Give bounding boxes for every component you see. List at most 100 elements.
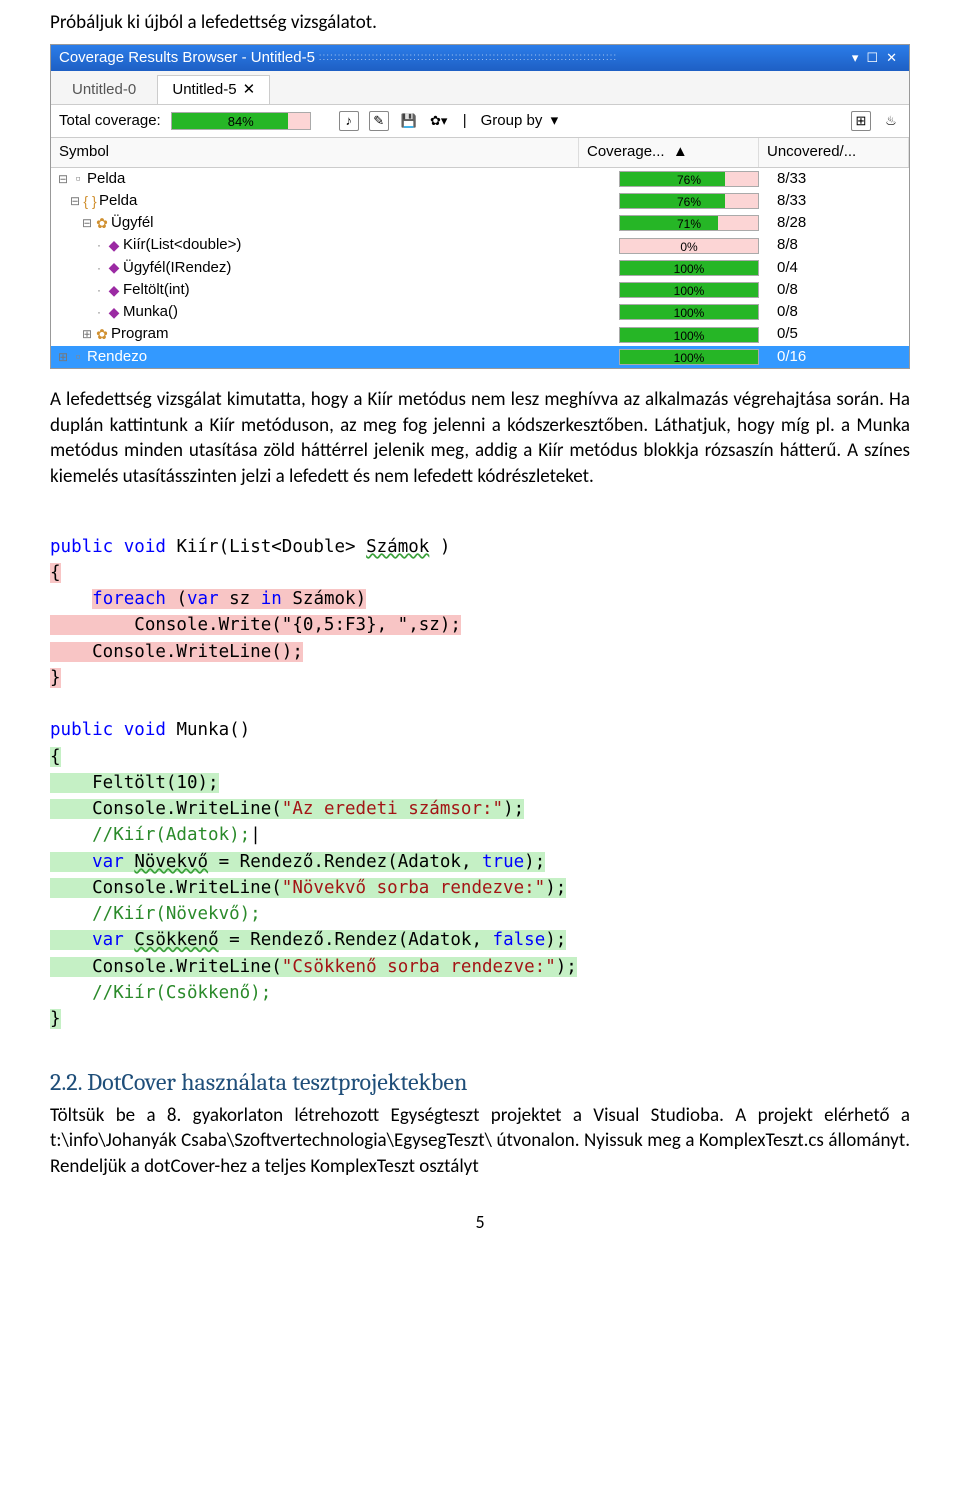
- code-text: = Rendező.Rendez(Adatok,: [208, 852, 482, 872]
- node-icon: ▫: [69, 169, 87, 188]
- page-number: 5: [50, 1210, 910, 1234]
- coverage-symbol-cell: ⊞✿ Program: [51, 324, 619, 344]
- uncovered-cell: 8/8: [769, 235, 909, 255]
- code-kw: void: [113, 537, 166, 557]
- flame-icon[interactable]: ♨: [881, 111, 901, 131]
- code-text: );: [545, 878, 566, 898]
- code-text: (: [166, 589, 187, 609]
- filter-icon[interactable]: ♪: [339, 111, 359, 131]
- group-by-dropdown[interactable]: Group by ▾: [481, 111, 559, 131]
- highlight-icon[interactable]: ✎: [369, 111, 389, 131]
- tree-toggle-icon: ·: [93, 304, 105, 320]
- node-label: Rendezo: [87, 347, 147, 367]
- dropdown-icon[interactable]: ▾: [848, 49, 863, 67]
- coverage-pct: 100%: [620, 328, 758, 344]
- total-coverage-pct: 84%: [172, 113, 310, 131]
- code-text: Console.WriteLine(: [50, 878, 282, 898]
- uncovered-cell: 0/4: [769, 258, 909, 278]
- code-kw: var: [187, 589, 219, 609]
- code-text: Console.WriteLine(: [50, 957, 282, 977]
- coverage-row[interactable]: ·◆ Kiír(List<double>)0%8/8: [51, 234, 909, 256]
- tree-toggle-icon[interactable]: ⊟: [81, 215, 93, 231]
- coverage-pct: 76%: [620, 172, 758, 188]
- save-icon[interactable]: 💾: [399, 111, 419, 131]
- coverage-rows: ⊟▫ Pelda76%8/33 ⊟{ } Pelda76%8/33 ⊟✿ Ügy…: [51, 168, 909, 368]
- maximize-icon[interactable]: ☐: [862, 49, 882, 67]
- tree-toggle-icon[interactable]: ⊟: [57, 171, 69, 187]
- code-text: Munka(): [166, 720, 250, 740]
- header-symbol[interactable]: Symbol: [51, 138, 579, 166]
- coverage-symbol-cell: ·◆ Munka(): [51, 302, 619, 322]
- close-icon[interactable]: ✕: [882, 49, 901, 67]
- window-title-text: Coverage Results Browser - Untitled-5: [59, 48, 315, 68]
- code-text: Kiír(List<Double>: [166, 537, 366, 557]
- tree-toggle-icon[interactable]: ⊟: [69, 193, 81, 209]
- tab-close-icon[interactable]: ✕: [243, 81, 256, 98]
- coverage-headers: Symbol Coverage... ▲ Uncovered/...: [51, 138, 909, 167]
- header-coverage[interactable]: Coverage... ▲: [579, 138, 759, 166]
- header-uncovered[interactable]: Uncovered/...: [759, 138, 909, 166]
- tab-label: Untitled-5: [172, 81, 236, 98]
- coverage-pct: 100%: [620, 283, 758, 299]
- code-text: [124, 852, 135, 872]
- coverage-row[interactable]: ⊟✿ Ügyfél71%8/28: [51, 212, 909, 234]
- coverage-bar: 100%: [619, 282, 759, 298]
- code-kw: false: [493, 930, 546, 950]
- coverage-pct: 100%: [620, 305, 758, 321]
- code-comment: //Kiír(Csökkenő);: [50, 983, 271, 1003]
- coverage-bar: 100%: [619, 349, 759, 365]
- uncovered-cell: 0/16: [769, 347, 909, 367]
- node-label: Program: [111, 324, 169, 344]
- code-text: Console.WriteLine(: [50, 799, 282, 819]
- coverage-row[interactable]: ·◆ Feltölt(int)100%0/8: [51, 279, 909, 301]
- node-label: Feltölt(int): [123, 280, 190, 300]
- node-icon: ▫: [69, 347, 87, 366]
- export-icon[interactable]: ✿▾: [429, 111, 449, 131]
- section-heading: 2.2. DotCover használata tesztprojektekb…: [50, 1066, 910, 1098]
- code-text: = Rendező.Rendez(Adatok,: [219, 930, 493, 950]
- code-kw: foreach: [92, 589, 166, 609]
- paragraph-1: A lefedettség vizsgálat kimutatta, hogy …: [50, 387, 910, 490]
- tab-untitled-0[interactable]: Untitled-0: [57, 75, 151, 104]
- coverage-row[interactable]: ⊟▫ Pelda76%8/33: [51, 168, 909, 190]
- coverage-row[interactable]: ·◆ Ügyfél(IRendez)100%0/4: [51, 257, 909, 279]
- code-block: public void Kiír(List<Double> Számok ) {…: [50, 507, 910, 1032]
- code-kw: in: [261, 589, 282, 609]
- node-icon: ✿: [93, 214, 111, 233]
- uncovered-cell: 0/5: [769, 324, 909, 344]
- paragraph-2: Töltsük be a 8. gyakorlaton létrehozott …: [50, 1103, 910, 1180]
- uncovered-cell: 0/8: [769, 280, 909, 300]
- tree-toggle-icon: ·: [93, 282, 105, 298]
- uncovered-cell: 0/8: [769, 302, 909, 322]
- tree-toggle-icon: ·: [93, 260, 105, 276]
- code-text: );: [556, 957, 577, 977]
- coverage-bar: 76%: [619, 171, 759, 187]
- code-kw: public: [50, 537, 113, 557]
- coverage-row[interactable]: ⊞▫ Rendezo 100% 0/16: [51, 346, 909, 368]
- coverage-bar: 76%: [619, 193, 759, 209]
- coverage-row[interactable]: ⊞✿ Program100%0/5: [51, 323, 909, 345]
- coverage-row[interactable]: ⊟{ } Pelda76%8/33: [51, 190, 909, 212]
- tab-label: Untitled-0: [72, 81, 136, 98]
- total-coverage-label: Total coverage:: [59, 111, 161, 131]
- coverage-pct: 76%: [620, 194, 758, 210]
- tree-toggle-icon[interactable]: ⊞: [81, 326, 93, 342]
- coverage-row[interactable]: ·◆ Munka()100% 0/8: [51, 301, 909, 323]
- node-label: Ügyfél: [111, 213, 154, 233]
- coverage-symbol-cell: ⊟✿ Ügyfél: [51, 213, 619, 233]
- uncovered-cell: 8/28: [769, 213, 909, 233]
- node-icon: { }: [81, 192, 99, 211]
- tab-untitled-5[interactable]: Untitled-5 ✕: [157, 75, 270, 104]
- code-kw: true: [482, 852, 524, 872]
- coverage-symbol-cell: ·◆ Kiír(List<double>): [51, 235, 619, 255]
- node-label: Kiír(List<double>): [123, 235, 241, 255]
- coverage-pct: 100%: [620, 350, 758, 366]
- total-coverage-bar: 84%: [171, 112, 311, 130]
- collapse-icon[interactable]: ⊞: [851, 111, 871, 131]
- node-icon: ✿: [93, 325, 111, 344]
- uncovered-cell: 8/33: [769, 169, 909, 189]
- tree-toggle-icon[interactable]: ⊞: [57, 349, 69, 365]
- coverage-bar: 100%: [619, 304, 759, 320]
- node-icon: ◆: [105, 258, 123, 277]
- code-text: );: [524, 852, 545, 872]
